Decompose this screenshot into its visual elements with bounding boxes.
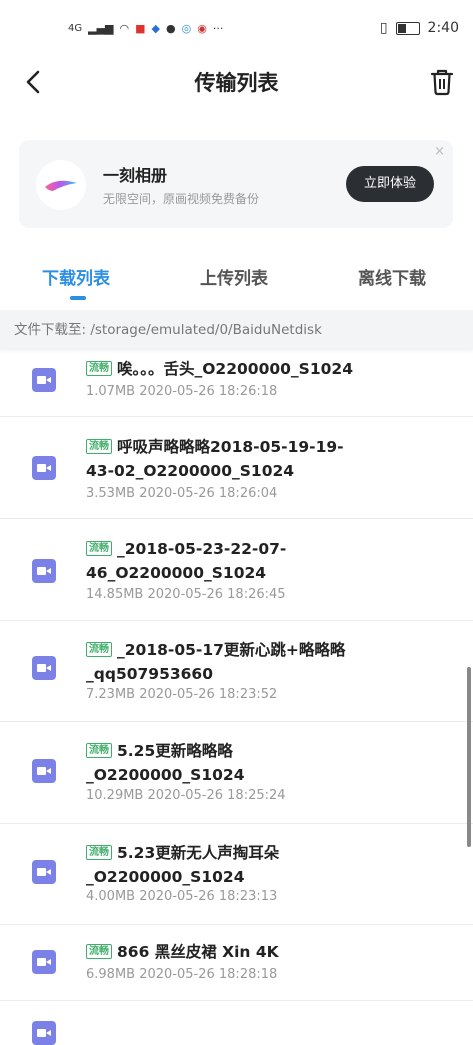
smooth-badge: 流畅 bbox=[86, 642, 112, 657]
network-type: 4G bbox=[68, 22, 83, 34]
file-meta: 4.00MB 2020-05-26 18:23:13 bbox=[86, 889, 278, 904]
smooth-badge: 流畅 bbox=[86, 944, 112, 959]
video-file-icon bbox=[32, 950, 56, 974]
list-item[interactable]: 流畅 866 黑丝皮裙 Xin 4K 6.98MB 2020-05-26 18:2… bbox=[0, 925, 473, 1001]
download-path: 文件下载至: /storage/emulated/0/BaiduNetdisk bbox=[0, 310, 473, 350]
page-title: 传输列表 bbox=[194, 71, 279, 95]
file-name: 流畅 呼吸声略略略2018-05-19-19- 43-02_O2200000_S10… bbox=[86, 438, 344, 480]
clock: 2:40 bbox=[427, 20, 459, 36]
active-tab-indicator bbox=[70, 296, 86, 300]
signal-icon: ▂▄▆ bbox=[88, 21, 114, 35]
file-meta: 10.29MB 2020-05-26 18:25:24 bbox=[86, 788, 286, 803]
chevron-left-icon bbox=[26, 70, 40, 94]
list-item[interactable]: 流畅 5.23更新无人声掏耳朵 _O2200000_S1024 4.00MB 202… bbox=[0, 824, 473, 925]
video-file-icon bbox=[32, 559, 56, 583]
file-name: 流畅 866 黑丝皮裙 Xin 4K bbox=[86, 940, 386, 964]
baidu-netdisk-icon: ◎ bbox=[181, 21, 192, 35]
close-banner-icon[interactable]: × bbox=[434, 144, 445, 159]
video-file-icon bbox=[32, 860, 56, 884]
tab-download-list[interactable]: 下载列表 bbox=[42, 264, 110, 289]
banner-description: 无限空间，原画视频免费备份 bbox=[103, 192, 260, 206]
tab-upload-list[interactable]: 上传列表 bbox=[200, 264, 268, 289]
status-right: ▯ 2:40 bbox=[380, 20, 459, 36]
app-notification-icon: ◆ bbox=[151, 21, 160, 35]
smooth-badge: 流畅 bbox=[86, 439, 112, 454]
app-logo bbox=[36, 160, 86, 210]
status-icons: 4G ▂▄▆ ◠ ■ ◆ ● ◎ ◉ ··· bbox=[68, 22, 223, 35]
promo-banner[interactable]: 一刻相册 无限空间，原画视频免费备份 立即体验 × bbox=[19, 140, 453, 228]
weibo-icon: ◉ bbox=[197, 21, 207, 35]
list-item[interactable]: 流畅 呼吸声略略略2018-05-19-19- 43-02_O2200000_S10… bbox=[0, 417, 473, 519]
delete-button[interactable] bbox=[429, 68, 455, 96]
smooth-badge: 流畅 bbox=[86, 361, 112, 376]
list-item[interactable]: 流畅 5.25更新略略略 _O2200000_S1024 10.29MB 2020-… bbox=[0, 722, 473, 824]
tab-offline-download[interactable]: 离线下载 bbox=[358, 264, 426, 289]
file-meta: 6.98MB 2020-05-26 18:28:18 bbox=[86, 967, 278, 982]
video-file-icon bbox=[32, 456, 56, 480]
scrollbar[interactable] bbox=[467, 667, 471, 847]
try-now-button[interactable]: 立即体验 bbox=[346, 166, 434, 202]
file-meta: 3.53MB 2020-05-26 18:26:04 bbox=[86, 486, 278, 501]
file-meta: 7.23MB 2020-05-26 18:23:52 bbox=[86, 687, 278, 702]
smooth-badge: 流畅 bbox=[86, 541, 112, 556]
video-file-icon bbox=[32, 368, 56, 392]
vibrate-icon: ▯ bbox=[379, 20, 388, 36]
video-file-icon bbox=[32, 656, 56, 680]
list-item-partial[interactable] bbox=[0, 1001, 473, 1045]
list-item[interactable]: 流畅 唉。。。舌头_O2200000_S1024 1.07MB 2020-05-2… bbox=[0, 350, 473, 417]
list-item[interactable]: 流畅 _2018-05-17更新心跳+略略略 _qq507953660 7.23MB… bbox=[0, 621, 473, 722]
back-button[interactable] bbox=[20, 66, 48, 98]
recorder-icon: ■ bbox=[135, 21, 146, 35]
status-bar: 4G ▂▄▆ ◠ ■ ◆ ● ◎ ◉ ··· ▯ 2:40 bbox=[0, 0, 473, 56]
feather-logo-icon bbox=[45, 180, 77, 191]
file-name: 流畅 _2018-05-17更新心跳+略略略 _qq507953660 bbox=[86, 641, 346, 683]
wechat-icon: ● bbox=[166, 21, 176, 35]
header: 传输列表 bbox=[0, 56, 473, 108]
file-name: 流畅 5.23更新无人声掏耳朵 _O2200000_S1024 bbox=[86, 844, 280, 886]
file-name: 流畅 _2018-05-23-22-07- 46_O2200000_S1024 bbox=[86, 540, 287, 582]
wifi-icon: ◠ bbox=[119, 21, 130, 35]
battery-icon bbox=[395, 21, 420, 35]
video-file-icon bbox=[32, 1021, 56, 1045]
video-file-icon bbox=[32, 759, 56, 783]
file-name: 流畅 唉。。。舌头_O2200000_S1024 bbox=[86, 357, 386, 381]
file-name: 流畅 5.25更新略略略 _O2200000_S1024 bbox=[86, 742, 245, 784]
more-notifications-icon: ··· bbox=[212, 21, 224, 35]
file-meta: 1.07MB 2020-05-26 18:26:18 bbox=[86, 384, 278, 399]
tab-bar: 下载列表 上传列表 离线下载 bbox=[0, 250, 473, 302]
smooth-badge: 流畅 bbox=[86, 743, 112, 758]
banner-app-name: 一刻相册 bbox=[103, 166, 168, 185]
trash-icon bbox=[430, 69, 454, 96]
file-meta: 14.85MB 2020-05-26 18:26:45 bbox=[86, 587, 286, 602]
list-item[interactable]: 流畅 _2018-05-23-22-07- 46_O2200000_S1024 14… bbox=[0, 519, 473, 621]
smooth-badge: 流畅 bbox=[86, 845, 112, 860]
